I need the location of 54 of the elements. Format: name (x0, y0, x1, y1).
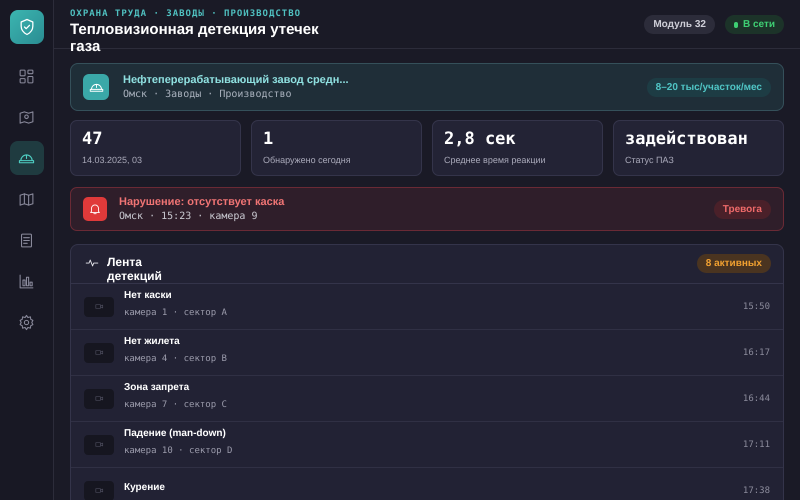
stat-value: 47 (82, 129, 104, 149)
site-meta: Омск · Заводы · Производство (123, 89, 293, 100)
detection-title: Нет жилета (124, 336, 181, 346)
detection-row[interactable]: Падение (man-down) камера 10 · сектор D 17:11 (71, 422, 783, 468)
detection-time: 15:50 (742, 302, 770, 312)
breadcrumb: ОХРАНА ТРУДА · ЗАВОДЫ · ПРОИЗВОДСТВО (70, 9, 302, 19)
alarm-badge: Тревога (714, 200, 771, 218)
stat-value: задействован (625, 129, 749, 149)
detection-meta: камера 4 · сектор B (124, 354, 228, 364)
bar-chart-icon (18, 272, 35, 290)
shield-logo-icon (10, 10, 44, 44)
map-icon (18, 190, 35, 208)
status-badge: В сети (724, 15, 784, 34)
camera-thumbnail (84, 342, 114, 362)
detection-meta: камера 7 · сектор C (124, 400, 228, 410)
detection-row[interactable]: Курение 17:38 (71, 468, 783, 500)
sidebar-item[interactable] (10, 141, 44, 175)
detection-time: 16:17 (742, 348, 770, 358)
feed-title: Лента детекций (107, 255, 163, 283)
document-icon (18, 232, 35, 248)
camera-thumbnail (84, 296, 114, 316)
detection-time: 17:11 (742, 440, 770, 450)
detection-title: Курение (124, 482, 166, 493)
camera-thumbnail (84, 480, 114, 500)
detection-title: Нет каски (124, 290, 173, 300)
map-icon (18, 108, 35, 126)
stat-label: Обнаружено сегодня (263, 155, 352, 165)
stat-label: 14.03.2025, 03 (82, 155, 144, 165)
alert-meta: Омск · 15:23 · камера 9 (119, 211, 258, 222)
stat-value: 2,8 сек (444, 129, 517, 149)
site-name: Нефтеперерабатывающий завод средн... (123, 74, 350, 86)
detection-time: 16:44 (742, 394, 770, 404)
camera-thumbnail (84, 388, 114, 408)
camera-thumbnail (84, 434, 114, 454)
detection-row[interactable]: Нет жилета камера 4 · сектор B 16:17 (71, 330, 783, 376)
settings-icon (18, 314, 35, 330)
bell-icon (83, 197, 107, 221)
detection-title: Зона запрета (124, 382, 190, 392)
stat-value: 1 (263, 129, 274, 149)
detection-title: Падение (man-down) (124, 428, 227, 438)
detection-meta: камера 10 · сектор D (124, 446, 234, 456)
module-badge: Модуль 32 (644, 15, 715, 34)
detection-meta: камера 1 · сектор A (124, 308, 228, 318)
helmet-icon (83, 74, 109, 100)
stat-label: Статус ПАЗ (625, 155, 675, 165)
detection-time: 17:38 (742, 486, 770, 496)
detection-row[interactable]: Зона запрета камера 7 · сектор C 16:44 (71, 376, 783, 422)
page-title: Тепловизионная детекция утечек газа (70, 21, 320, 55)
stat-label: Среднее время реакции (444, 155, 547, 165)
detection-row[interactable]: Нет каски камера 1 · сектор A 15:50 (71, 284, 783, 330)
price-badge: 8–20 тыс/участок/мес (646, 78, 771, 96)
active-count-badge: 8 активных (696, 254, 771, 273)
grid-icon (18, 68, 35, 84)
alert-title: Нарушение: отсутствует каска (119, 196, 286, 208)
